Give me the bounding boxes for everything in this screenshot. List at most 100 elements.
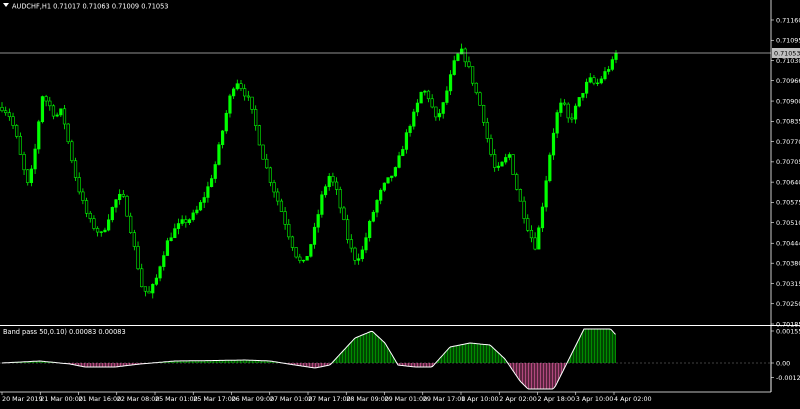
candle-body [379, 189, 383, 201]
candle-body [577, 97, 581, 107]
candle-body [614, 53, 618, 60]
candle-body [364, 237, 368, 251]
candle-body [474, 82, 478, 94]
candle-body [551, 132, 556, 156]
candle-body [518, 189, 523, 202]
candle-body [309, 244, 313, 257]
candle-body [316, 214, 320, 228]
price-tick-label: 0.71030 [776, 57, 800, 65]
candle-body [463, 48, 467, 63]
candle-body [305, 255, 309, 261]
candle-body [434, 106, 438, 118]
chart-canvas[interactable]: AUDCHF,H1 0.71017 0.71063 0.71009 0.7105… [0, 0, 800, 405]
candle-body [368, 220, 372, 238]
candle-body [173, 228, 177, 239]
time-tick-label: 2 Apr 02:00 [499, 395, 537, 403]
candle-body [599, 78, 603, 84]
candle-body [287, 224, 291, 238]
price-tick-label: 0.71095 [776, 37, 800, 45]
candle-body [393, 167, 398, 177]
candle-body [81, 191, 85, 201]
candle-body [507, 154, 511, 158]
candle-body [114, 199, 118, 208]
time-tick-label: 28 Mar 09:00 [346, 395, 389, 403]
candle-body [99, 231, 103, 233]
candle-body [301, 259, 306, 262]
candle-body [334, 181, 339, 190]
candle-body [562, 102, 567, 105]
price-tick-label: 0.70575 [776, 199, 800, 207]
candle-body [209, 178, 214, 187]
candle-body [202, 197, 206, 203]
candle-body [342, 207, 346, 221]
time-tick-label: 1 Apr 10:00 [461, 395, 499, 403]
candle-body [254, 109, 258, 126]
candle-body [478, 92, 482, 106]
candle-body [496, 165, 500, 168]
candle-body [504, 157, 508, 163]
current-price-label: 0.71053 [774, 50, 800, 58]
candle-body [48, 100, 52, 107]
candle-body [0, 107, 4, 112]
candle-body [544, 180, 548, 208]
candle-body [11, 116, 15, 126]
candle-body [327, 176, 331, 187]
candle-body [584, 81, 589, 94]
candle-body [482, 105, 486, 123]
candle-body [607, 69, 611, 72]
candle-body [187, 219, 192, 223]
candle-body [529, 230, 534, 239]
candle-body [143, 286, 147, 292]
candle-body [88, 212, 92, 219]
candle-body [136, 246, 140, 270]
candle-body [95, 228, 100, 233]
candle-body [353, 247, 357, 261]
candle-body [548, 154, 552, 182]
time-tick-label: 25 Mar 01:00 [155, 395, 198, 403]
candle-body [37, 121, 41, 150]
candle-body [180, 219, 184, 224]
candle-body [51, 105, 56, 117]
price-tick-label: 0.70380 [776, 260, 800, 268]
candle-body [570, 117, 574, 120]
price-tick-label: 0.70966 [776, 77, 800, 85]
candle-body [77, 177, 81, 193]
candle-body [404, 132, 409, 150]
candle-body [232, 88, 236, 97]
time-tick-label: 27 Mar 01:00 [270, 395, 313, 403]
price-tick-label: 0.71160 [776, 16, 800, 24]
candle-body [346, 219, 350, 240]
candle-body [40, 96, 45, 123]
price-tick-label: 0.70444 [776, 240, 800, 248]
candle-body [382, 182, 386, 191]
candle-body [206, 186, 210, 198]
time-tick-label: 21 Mar 00:00 [40, 395, 83, 403]
candle-body [338, 189, 342, 209]
indicator-tick-label: 0.00 [776, 359, 790, 367]
candle-body [44, 96, 48, 102]
indicator-title: Band pass 50,0.10) 0.00083 0.00083 [3, 328, 126, 336]
candle-body [70, 141, 74, 162]
time-tick-label: 29 Mar 17:00 [423, 395, 466, 403]
candle-body [511, 154, 515, 175]
candle-body [125, 195, 129, 217]
candle-body [412, 111, 416, 127]
time-tick-label: 27 Mar 17:00 [308, 395, 351, 403]
candle-body [15, 125, 19, 137]
time-tick-label: 29 Mar 01:00 [385, 395, 428, 403]
candle-body [62, 108, 67, 125]
candle-body [566, 103, 570, 119]
candle-body [250, 96, 254, 110]
candle-body [107, 219, 111, 231]
time-tick-label: 22 Mar 08:00 [117, 395, 160, 403]
candle-body [610, 59, 614, 70]
time-tick-label: 3 Apr 10:00 [576, 395, 614, 403]
candle-body [323, 186, 328, 196]
chart-window[interactable]: AUDCHF,H1 0.71017 0.71063 0.71009 0.7105… [0, 0, 800, 405]
candle-body [423, 90, 427, 93]
candle-body [29, 168, 34, 183]
candle-body [456, 53, 460, 61]
candle-body [26, 169, 30, 183]
candle-body [408, 125, 412, 133]
candle-body [375, 200, 379, 213]
